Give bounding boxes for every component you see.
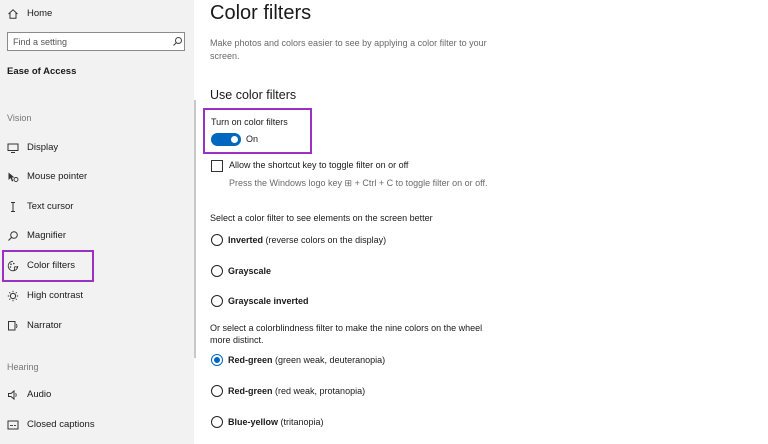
sidebar-item-label: Display bbox=[27, 142, 59, 153]
page-title: Color filters bbox=[210, 2, 312, 24]
home-icon bbox=[8, 9, 18, 19]
option-name: Blue-yellow bbox=[228, 417, 279, 427]
sidebar-item-label: Text cursor bbox=[27, 201, 74, 212]
option-grayscale: Grayscale bbox=[228, 266, 271, 276]
option-red-green-protanopia: Red-green (red weak, protanopia) bbox=[228, 386, 365, 396]
high-contrast-icon bbox=[7, 290, 19, 302]
option-name: Grayscale inverted bbox=[228, 296, 309, 306]
toggle-state: On bbox=[246, 134, 259, 144]
sidebar-item-display[interactable]: Display bbox=[0, 137, 194, 159]
sidebar-item-high-contrast[interactable]: High contrast bbox=[0, 285, 194, 307]
option-name: Inverted bbox=[228, 235, 264, 245]
toggle-highlight-box bbox=[203, 108, 312, 154]
sidebar-item-label: Closed captions bbox=[27, 419, 95, 430]
sidebar-item-magnifier[interactable]: Magnifier bbox=[0, 225, 194, 247]
search-box[interactable] bbox=[7, 32, 185, 51]
option-detail: (red weak, protanopia) bbox=[275, 386, 366, 396]
colorblind-prompt: Or select a colorblindness filter to mak… bbox=[210, 323, 483, 345]
sidebar-item-mouse-pointer[interactable]: Mouse pointer bbox=[0, 166, 194, 188]
search-input[interactable] bbox=[8, 33, 163, 50]
sidebar-item-text-cursor[interactable]: Text cursor bbox=[0, 196, 194, 218]
sidebar-item-label: Narrator bbox=[27, 320, 62, 331]
option-grayscale-inverted: Grayscale inverted bbox=[228, 296, 309, 306]
page-description: Make photos and colors easier to see by … bbox=[210, 38, 487, 61]
section-heading: Use color filters bbox=[210, 88, 297, 102]
radio-blue-yellow-tritanopia[interactable] bbox=[211, 416, 223, 428]
sidebar-item-narrator[interactable]: Narrator bbox=[0, 315, 194, 337]
color-filters-highlight-box bbox=[2, 250, 94, 282]
option-detail: (tritanopia) bbox=[280, 417, 324, 427]
speaker-icon bbox=[8, 389, 17, 401]
sidebar-item-closed-captions[interactable]: Closed captions bbox=[0, 414, 194, 436]
color-filters-toggle[interactable] bbox=[211, 133, 241, 146]
shortcut-hint: Press the Windows logo key ⊞ + Ctrl + C … bbox=[229, 178, 488, 188]
option-red-green-deuteranopia: Red-green (green weak, deuteranopia) bbox=[228, 355, 385, 365]
toggle-knob bbox=[231, 136, 238, 143]
sidebar-item-audio[interactable]: Audio bbox=[0, 384, 194, 406]
home-label: Home bbox=[27, 8, 53, 19]
sidebar-item-label: High contrast bbox=[27, 290, 83, 301]
narrator-icon bbox=[8, 321, 18, 331]
option-detail: (reverse colors on the display) bbox=[265, 235, 387, 245]
option-detail: (green weak, deuteranopia) bbox=[275, 355, 386, 365]
toggle-label: Turn on color filters bbox=[211, 117, 288, 127]
radio-grayscale[interactable] bbox=[211, 265, 223, 277]
option-name: Red-green bbox=[228, 355, 273, 365]
category-title: Ease of Access bbox=[7, 66, 77, 77]
search-icon[interactable] bbox=[172, 36, 183, 47]
radio-grayscale-inverted[interactable] bbox=[211, 295, 223, 307]
radio-red-green-deuteranopia[interactable] bbox=[211, 354, 223, 366]
closed-captions-icon bbox=[7, 420, 19, 430]
text-cursor-icon bbox=[11, 202, 15, 212]
scrollbar[interactable] bbox=[194, 100, 196, 358]
display-icon bbox=[7, 143, 19, 153]
vision-section-label: Vision bbox=[7, 113, 32, 123]
option-name: Red-green bbox=[228, 386, 273, 396]
sidebar-item-label: Magnifier bbox=[27, 230, 67, 241]
hearing-section-label: Hearing bbox=[7, 362, 39, 372]
radio-inverted[interactable] bbox=[211, 234, 223, 246]
sidebar: Home Ease of Access Vision Display Mouse… bbox=[0, 0, 194, 444]
home-nav-item[interactable]: Home bbox=[0, 3, 194, 25]
shortcut-key-checkbox[interactable] bbox=[211, 160, 223, 172]
option-blue-yellow-tritanopia: Blue-yellow (tritanopia) bbox=[228, 417, 324, 427]
radio-red-green-protanopia[interactable] bbox=[211, 385, 223, 397]
magnifier-icon bbox=[8, 231, 18, 241]
option-name: Grayscale bbox=[228, 266, 272, 276]
shortcut-checkbox-label: Allow the shortcut key to toggle filter … bbox=[229, 160, 409, 170]
sidebar-item-label: Audio bbox=[27, 389, 52, 400]
filter-prompt: Select a color filter to see elements on… bbox=[210, 213, 433, 223]
sidebar-item-label: Mouse pointer bbox=[27, 171, 88, 182]
option-inverted: Inverted (reverse colors on the display) bbox=[228, 235, 386, 245]
mouse-pointer-icon bbox=[8, 172, 19, 182]
